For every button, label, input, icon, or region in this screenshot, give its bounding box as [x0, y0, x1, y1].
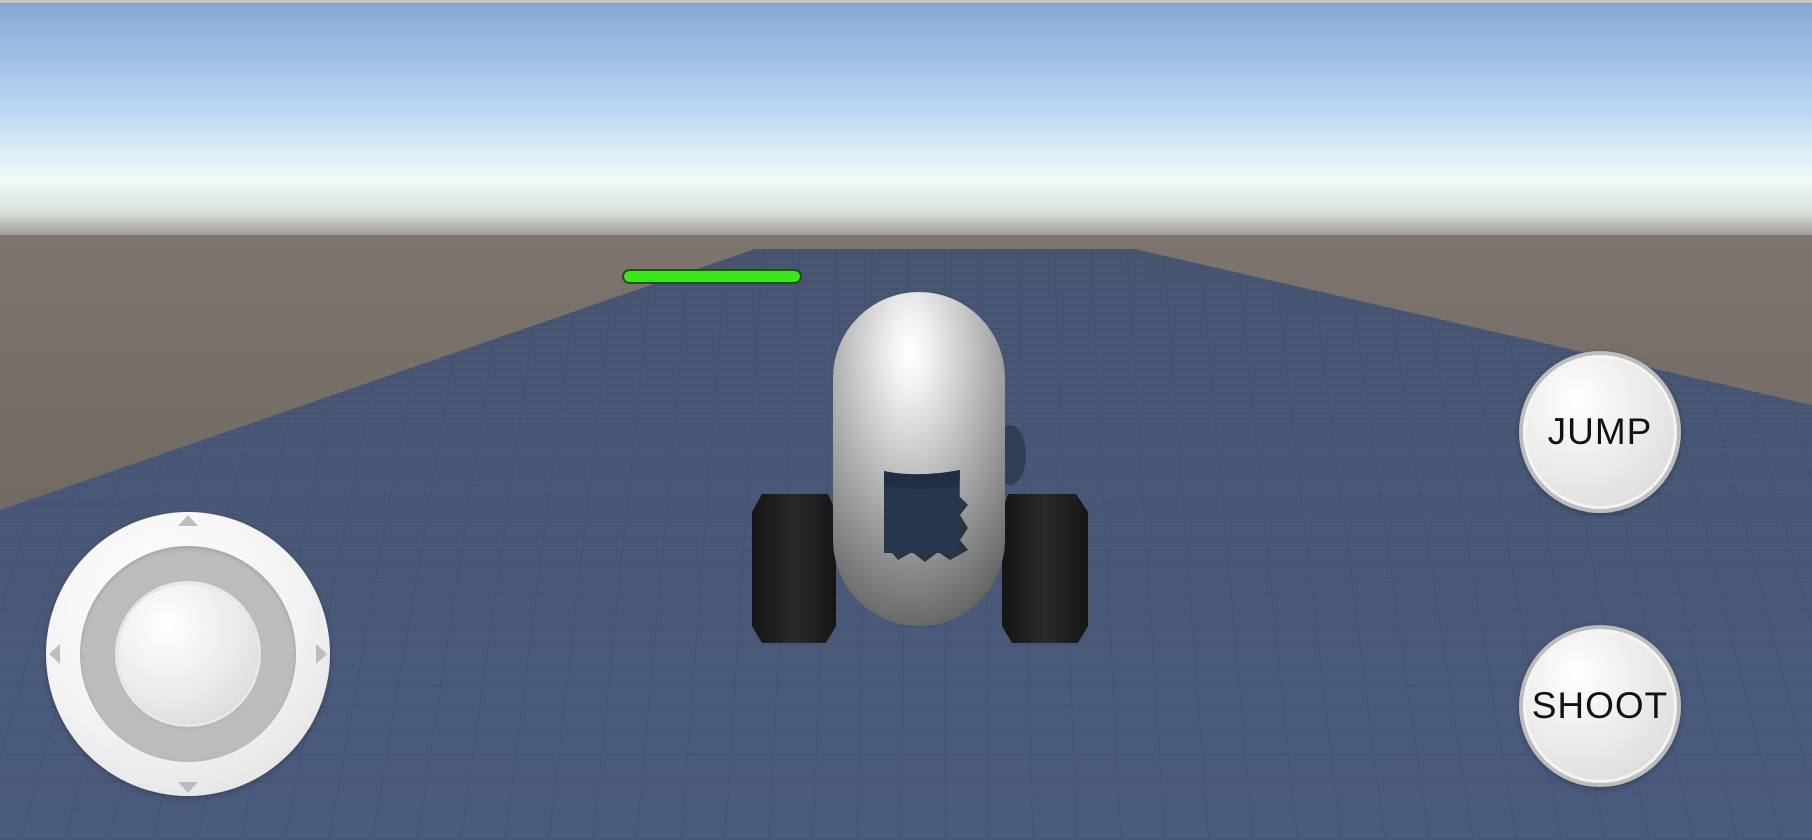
- arrow-up-icon: [178, 515, 198, 526]
- capsule-body: [833, 292, 1005, 626]
- jump-button-label: JUMP: [1547, 411, 1653, 452]
- game-viewport: JUMP SHOOT: [0, 0, 1812, 840]
- health-bar-fill: [624, 271, 800, 282]
- window-top-edge: [0, 0, 1812, 4]
- arrow-down-icon: [178, 782, 198, 793]
- shoot-button[interactable]: SHOOT: [1519, 625, 1681, 787]
- sky: [0, 0, 1812, 250]
- jump-button[interactable]: JUMP: [1519, 351, 1681, 513]
- health-bar: [622, 269, 802, 284]
- arrow-right-icon: [316, 644, 327, 664]
- left-wheel: [752, 494, 836, 643]
- shoot-button-label: SHOOT: [1531, 685, 1669, 726]
- virtual-joystick[interactable]: [46, 512, 330, 796]
- joystick-knob[interactable]: [118, 584, 258, 724]
- arrow-left-icon: [49, 644, 60, 664]
- right-wheel: [1002, 494, 1088, 643]
